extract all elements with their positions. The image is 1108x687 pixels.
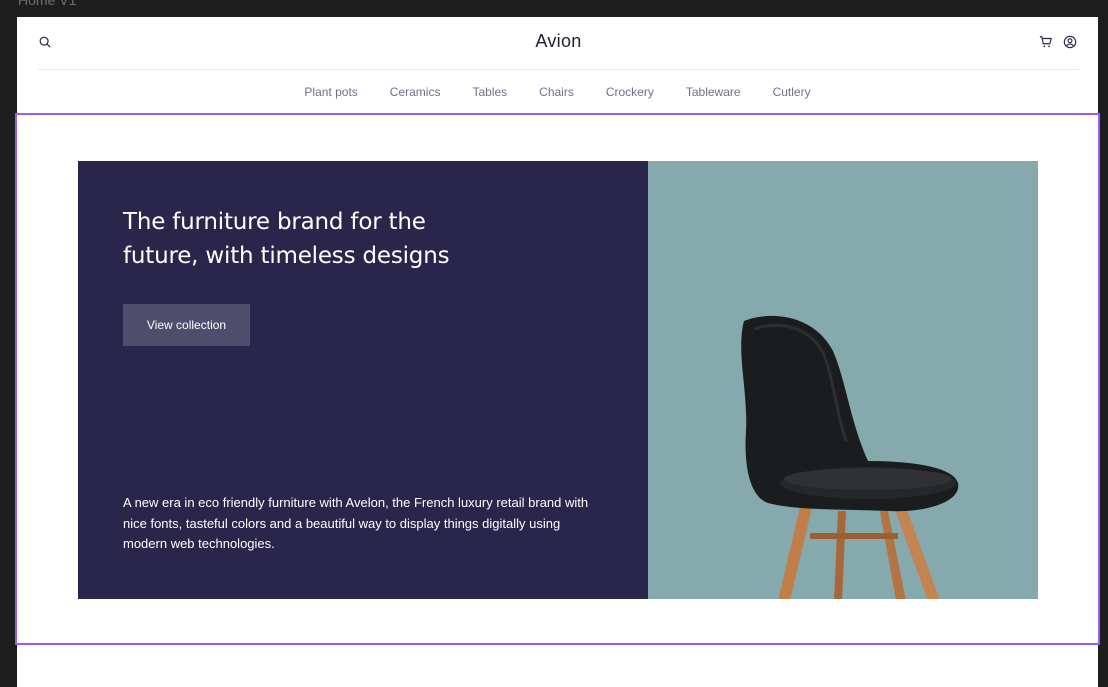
view-collection-button[interactable]: View collection bbox=[123, 304, 250, 346]
user-icon[interactable] bbox=[1063, 35, 1077, 49]
hero-text-panel: The furniture brand for the future, with… bbox=[78, 161, 648, 599]
nav-item-cutlery[interactable]: Cutlery bbox=[773, 85, 811, 99]
hero-description: A new era in eco friendly furniture with… bbox=[123, 495, 589, 551]
hero-section: The furniture brand for the future, with… bbox=[78, 161, 1038, 599]
cart-icon[interactable] bbox=[1039, 35, 1053, 49]
nav-item-ceramics[interactable]: Ceramics bbox=[390, 85, 441, 99]
hero-image-panel bbox=[648, 161, 1038, 599]
category-nav: Plant pots Ceramics Tables Chairs Crocke… bbox=[17, 85, 1098, 99]
nav-item-tableware[interactable]: Tableware bbox=[686, 85, 741, 99]
nav-item-chairs[interactable]: Chairs bbox=[539, 85, 574, 99]
header: Avion bbox=[38, 17, 1079, 70]
brand-logo[interactable]: Avion bbox=[38, 31, 1079, 52]
frame-label: Home V1 bbox=[18, 0, 77, 8]
chair-image bbox=[741, 315, 959, 599]
nav-item-plant-pots[interactable]: Plant pots bbox=[304, 85, 357, 99]
hero-title: The furniture brand for the future, with… bbox=[123, 209, 450, 269]
nav-item-crockery[interactable]: Crockery bbox=[606, 85, 654, 99]
nav-item-tables[interactable]: Tables bbox=[472, 85, 507, 99]
